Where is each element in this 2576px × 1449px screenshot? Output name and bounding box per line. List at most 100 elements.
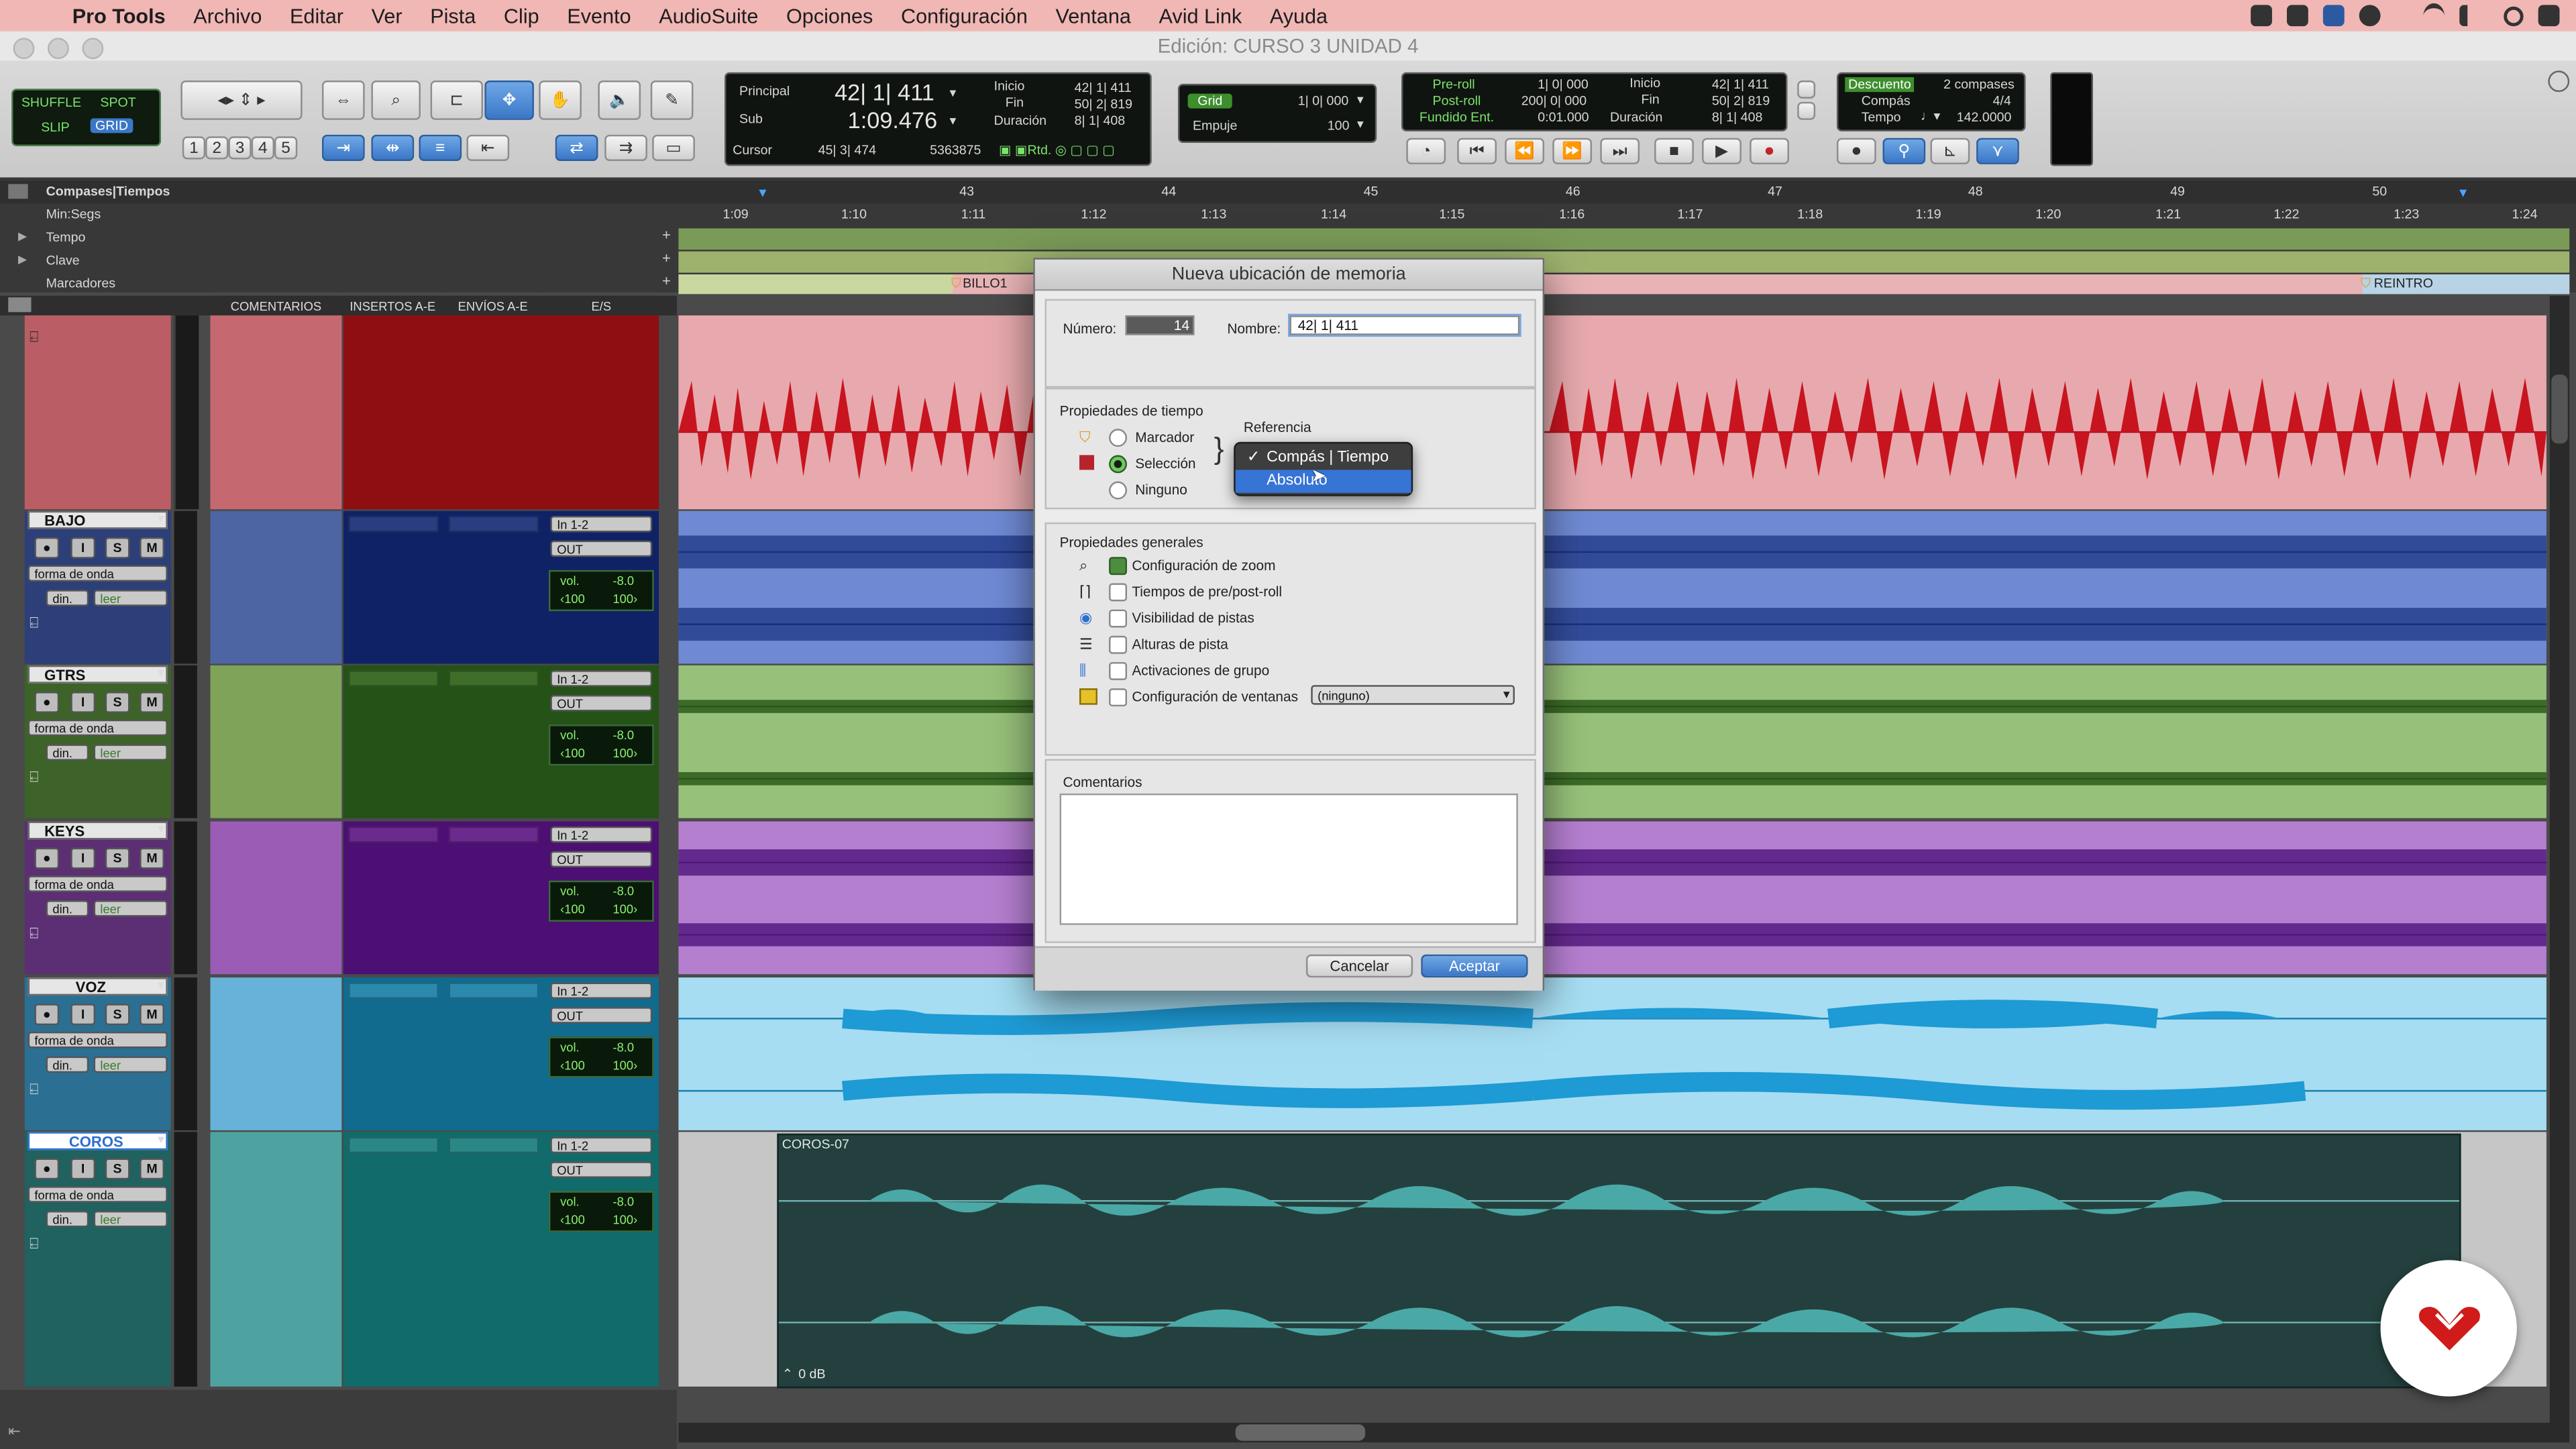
nudge-dropdown-icon[interactable]: ▾ — [1357, 117, 1364, 131]
input-monitor-button[interactable]: I — [70, 692, 96, 713]
markers-add-icon[interactable]: + — [662, 273, 671, 289]
tempo-add-icon[interactable]: + — [662, 227, 671, 243]
track-name-coros[interactable]: COROS — [28, 1132, 168, 1150]
record-arm-button[interactable]: ● — [34, 1004, 60, 1026]
tempo-expand-icon[interactable]: ▶ — [18, 230, 27, 243]
send-slot[interactable] — [448, 826, 539, 843]
playlist-icon[interactable]: ⍇ — [30, 769, 38, 787]
vertical-scrollbar[interactable] — [2549, 295, 2570, 1423]
mute-button[interactable]: M — [140, 1158, 164, 1180]
menu-ver[interactable]: Ver — [372, 4, 402, 27]
automation-read-selector[interactable]: leer — [93, 744, 168, 761]
mode-shuffle[interactable]: SHUFFLE — [16, 95, 86, 110]
fade-in-label[interactable]: Fundido Ent. — [1419, 110, 1494, 125]
solo-button[interactable]: S — [105, 692, 130, 713]
automation-mode-label[interactable]: din. — [46, 590, 89, 606]
menu-opciones[interactable]: Opciones — [786, 4, 873, 27]
mode-grid[interactable]: GRID — [90, 118, 133, 133]
volume-value[interactable]: -8.0 — [612, 1194, 634, 1209]
track-name-dropdown-icon[interactable]: ▾ — [158, 665, 164, 680]
counter-start-value[interactable]: 42| 1| 411 — [1075, 80, 1132, 95]
zoom-preset-2[interactable]: 2 — [205, 136, 229, 160]
playlist-icon[interactable]: ⍇ — [30, 1081, 38, 1099]
go-to-end-button[interactable]: ⏭ — [1600, 138, 1640, 164]
playlist-icon[interactable]: ⍇ — [30, 614, 38, 633]
volume-value[interactable]: -8.0 — [612, 1040, 634, 1055]
marker-reintro[interactable]: REINTRO — [2374, 276, 2433, 290]
track-name-keys[interactable]: KEYS — [28, 821, 168, 840]
track-heights-checkbox[interactable] — [1109, 635, 1128, 654]
keyboard-focus-button[interactable]: ⇉ — [604, 134, 647, 162]
fade-in-value[interactable]: 0:01.000 — [1538, 110, 1589, 125]
track-view-selector[interactable]: forma de onda — [28, 565, 168, 582]
horizontal-scroll-thumb[interactable] — [1235, 1424, 1366, 1441]
solo-button[interactable]: S — [105, 1004, 130, 1026]
hand-tool-icon[interactable]: ✋ — [539, 80, 582, 120]
marker-icon[interactable]: ⛉ — [951, 276, 961, 292]
automation-read-selector[interactable]: leer — [93, 1056, 168, 1073]
wait-for-note-button[interactable]: ⚲ — [1882, 138, 1926, 164]
track-name-voz[interactable]: VOZ — [28, 977, 168, 996]
track-voz-lane[interactable] — [678, 977, 2546, 1130]
zoom-settings-checkbox[interactable] — [1109, 557, 1128, 576]
marker-icon[interactable]: ⛉ — [2361, 276, 2371, 292]
solo-button[interactable]: S — [105, 847, 130, 869]
track-visibility-checkbox[interactable] — [1109, 609, 1128, 628]
mirror-midi-button[interactable]: ≡ — [419, 134, 462, 162]
group-enables-checkbox[interactable] — [1109, 661, 1128, 680]
automation-mode-label[interactable]: din. — [46, 1056, 89, 1073]
midi-merge-button[interactable]: ⏺ — [1836, 138, 1876, 164]
key-add-icon[interactable]: + — [662, 250, 671, 266]
output-selector[interactable]: OUT — [550, 540, 653, 557]
track-name-dropdown-icon[interactable]: ▾ — [158, 511, 164, 526]
track-coros-lane[interactable]: COROS-07 0 dB ⌃ — [678, 1132, 2546, 1389]
ruler-menu-icon[interactable] — [8, 184, 28, 199]
preroll-value[interactable]: 1| 0| 000 — [1538, 77, 1589, 92]
counter-length-value[interactable]: 8| 1| 408 — [1075, 113, 1126, 128]
volume-value[interactable]: -8.0 — [612, 884, 634, 899]
countoff-label[interactable]: Descuento — [1845, 77, 1915, 93]
input-selector[interactable]: In 1-2 — [550, 826, 653, 843]
preroll-label[interactable]: Pre-roll — [1433, 77, 1475, 92]
track-name-dropdown-icon[interactable]: ▾ — [158, 821, 164, 836]
insert-slot[interactable] — [348, 826, 439, 843]
tracklist-menu-icon[interactable] — [8, 297, 32, 313]
nudge-value[interactable]: 100 — [1328, 118, 1350, 133]
insertion-follows-button[interactable]: ⇤ — [466, 134, 510, 162]
input-selector[interactable]: In 1-2 — [550, 670, 653, 687]
transport-length-value[interactable]: 8| 1| 408 — [1712, 110, 1763, 125]
preroll-settings-checkbox[interactable] — [1109, 583, 1128, 602]
solo-button[interactable]: S — [105, 537, 130, 559]
output-selector[interactable]: OUT — [550, 1007, 653, 1024]
track-name-dropdown-icon[interactable]: ▾ — [158, 977, 164, 992]
pan-left-value[interactable]: ‹100 — [560, 746, 585, 761]
none-radio[interactable] — [1109, 481, 1128, 500]
avid-icon[interactable] — [2322, 5, 2345, 27]
play-button[interactable]: ▶ — [1702, 138, 1741, 164]
automation-read-selector[interactable]: leer — [93, 1210, 168, 1228]
postroll-value[interactable]: 200| 0| 000 — [1521, 94, 1587, 109]
zoom-preset-5[interactable]: 5 — [274, 136, 298, 160]
clip-gain-label[interactable]: 0 dB — [798, 1367, 825, 1382]
accept-button[interactable]: Aceptar — [1421, 954, 1528, 978]
mode-slip[interactable]: SLIP — [36, 120, 74, 135]
clip-coros-07[interactable]: COROS-07 0 dB ⌃ — [777, 1133, 2461, 1389]
track-view-selector[interactable]: forma de onda — [28, 1186, 168, 1203]
input-selector[interactable]: In 1-2 — [550, 515, 653, 533]
pan-right-value[interactable]: 100› — [612, 746, 637, 761]
window-config-select[interactable]: (ninguno) — [1311, 685, 1515, 705]
selector-tool-icon[interactable]: ⊏ — [430, 80, 484, 120]
stop-button[interactable]: ■ — [1654, 138, 1694, 164]
pan-left-value[interactable]: ‹100 — [560, 1212, 585, 1227]
send-slot[interactable] — [448, 515, 539, 533]
trim-tool-icon[interactable]: ⌕ — [371, 80, 421, 120]
transport-collapse-icon[interactable] — [1797, 101, 1816, 120]
show-hide-tracks-icon[interactable]: ⇤ — [8, 1423, 20, 1441]
track-name-gtrs[interactable]: GTRS — [28, 665, 168, 684]
menu-clip[interactable]: Clip — [504, 4, 539, 27]
grid-label[interactable]: Grid — [1187, 93, 1233, 109]
control-center-icon[interactable] — [2538, 5, 2560, 27]
scrubber-tool-icon[interactable]: 🔈 — [598, 80, 641, 120]
automation-read-selector[interactable]: leer — [93, 900, 168, 917]
zoomer-tool-icon[interactable]: ⇔ — [322, 80, 365, 120]
